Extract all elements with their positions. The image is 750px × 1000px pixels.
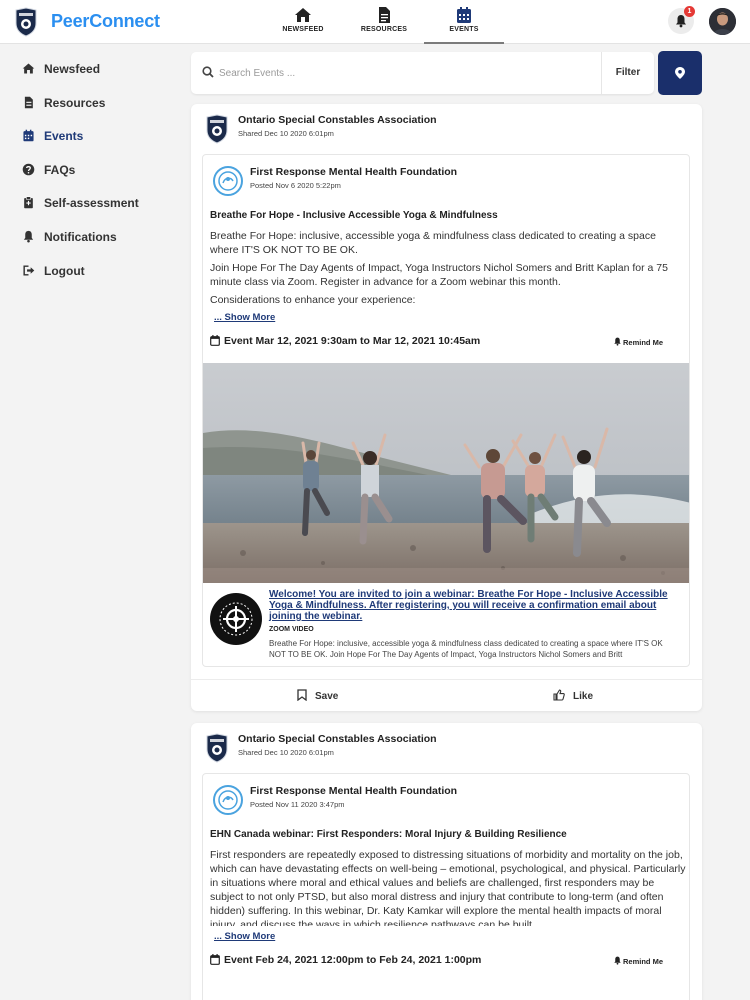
top-bar: PeerConnect NEWSFEED RESOURCES EVENTS 1 (0, 0, 750, 44)
tab-newsfeed[interactable]: NEWSFEED (263, 0, 343, 44)
sidebar-item-events[interactable]: Events (0, 121, 180, 149)
description-paragraph: Breathe For Hope: inclusive, accessible … (210, 230, 656, 256)
remind-me-button[interactable]: Remind Me (613, 337, 663, 347)
user-avatar[interactable] (709, 8, 736, 35)
calendar-icon (210, 335, 220, 346)
description-paragraph: Considerations to enhance your experienc… (210, 294, 416, 306)
calendar-icon (457, 7, 471, 23)
app-brand-name[interactable]: PeerConnect (51, 11, 160, 32)
ontario-logo-icon[interactable] (204, 114, 230, 144)
description-paragraph: First responders are repeatedly exposed … (210, 849, 686, 926)
event-post-card: Ontario Special Constables Association S… (191, 104, 702, 711)
like-button[interactable]: Like (553, 689, 593, 702)
document-icon (379, 7, 390, 23)
tab-events-label: EVENTS (449, 26, 479, 33)
sidebar-item-logout[interactable]: Logout (0, 256, 180, 284)
link-preview[interactable]: Welcome! You are invited to join a webin… (203, 583, 689, 666)
sidebar-item-resources[interactable]: Resources (0, 88, 180, 116)
shared-timestamp: Shared Dec 10 2020 6:01pm (238, 129, 334, 138)
sidebar-item-notifications[interactable]: Notifications (0, 222, 180, 250)
sidebar-item-label: Logout (44, 264, 85, 278)
shared-timestamp: Shared Dec 10 2020 6:01pm (238, 748, 334, 757)
thumbs-up-icon (553, 689, 565, 701)
org-name[interactable]: Ontario Special Constables Association (238, 733, 437, 745)
user-avatar-icon (709, 8, 736, 35)
map-marker-icon (675, 67, 685, 79)
tab-resources-label: RESOURCES (360, 26, 408, 33)
event-date-text: Event Feb 24, 2021 12:00pm to Feb 24, 20… (224, 954, 482, 966)
shared-event: First Response Mental Health Foundation … (202, 773, 690, 1000)
foundation-name[interactable]: First Response Mental Health Foundation (250, 166, 457, 178)
tab-events[interactable]: EVENTS (424, 0, 504, 44)
bell-icon (614, 956, 621, 965)
like-label: Like (573, 691, 594, 702)
ontario-logo-icon[interactable] (204, 733, 230, 763)
sidebar-item-label: Events (44, 129, 84, 143)
sidebar-item-label: Notifications (44, 230, 117, 244)
remind-me-label: Remind Me (623, 338, 664, 347)
calendar-icon (210, 954, 220, 965)
remind-me-button[interactable]: Remind Me (613, 956, 663, 966)
event-description: First responders are repeatedly exposed … (210, 848, 686, 926)
event-photo[interactable] (203, 363, 690, 583)
save-button[interactable]: Save (297, 689, 338, 702)
event-title: Breathe For Hope - Inclusive Accessible … (210, 210, 498, 221)
post-actions: Save Like (191, 679, 702, 711)
shared-event: First Response Mental Health Foundation … (202, 154, 690, 667)
org-name[interactable]: Ontario Special Constables Association (238, 114, 437, 126)
event-post-card: Ontario Special Constables Association S… (191, 723, 702, 1000)
event-date: Event Feb 24, 2021 12:00pm to Feb 24, 20… (210, 954, 481, 966)
foundation-name[interactable]: First Response Mental Health Foundation (250, 785, 457, 797)
show-more-link[interactable]: ... Show More (214, 931, 275, 942)
sidebar-item-faqs[interactable]: FAQs (0, 155, 180, 183)
foundation-logo-icon[interactable] (213, 166, 243, 196)
sidebar-item-label: FAQs (44, 163, 76, 177)
link-source: ZOOM VIDEO (269, 626, 314, 633)
bookmark-icon (297, 689, 307, 702)
sidebar-item-label: Self-assessment (44, 196, 139, 210)
tab-newsfeed-label: NEWSFEED (282, 26, 324, 33)
sidebar-item-label: Resources (44, 96, 106, 110)
event-title: EHN Canada webinar: First Responders: Mo… (210, 829, 567, 840)
sidebar-item-self-assessment[interactable]: Self-assessment (0, 188, 180, 216)
clipboard-icon (24, 196, 33, 209)
sidebar-item-newsfeed[interactable]: Newsfeed (0, 54, 180, 82)
search-icon (202, 66, 214, 78)
filter-button[interactable]: Filter (601, 52, 654, 94)
search-bar: Filter (191, 52, 654, 94)
logout-icon (23, 265, 35, 276)
event-description: Breathe For Hope: inclusive, accessible … (210, 229, 686, 309)
question-icon (22, 163, 35, 176)
sidebar-item-label: Newsfeed (44, 62, 101, 76)
posted-timestamp: Posted Nov 11 2020 3:47pm (250, 800, 345, 809)
notification-count-badge: 1 (684, 6, 695, 17)
document-icon (24, 96, 33, 109)
bell-icon (614, 337, 621, 346)
posted-timestamp: Posted Nov 6 2020 5:22pm (250, 181, 341, 190)
bell-icon (23, 230, 34, 243)
hope-for-the-day-logo-icon (210, 593, 262, 645)
save-label: Save (315, 691, 339, 702)
ontario-logo-icon[interactable] (14, 7, 38, 37)
search-input[interactable] (219, 63, 579, 83)
show-more-link[interactable]: ... Show More (214, 312, 275, 323)
calendar-icon (23, 129, 34, 142)
home-icon (22, 63, 35, 74)
foundation-logo-icon[interactable] (213, 785, 243, 815)
link-title[interactable]: Welcome! You are invited to join a webin… (269, 589, 681, 622)
event-date-text: Event Mar 12, 2021 9:30am to Mar 12, 202… (224, 335, 481, 347)
event-date: Event Mar 12, 2021 9:30am to Mar 12, 202… (210, 335, 480, 347)
location-button[interactable] (658, 51, 702, 95)
remind-me-label: Remind Me (623, 957, 664, 966)
tab-resources[interactable]: RESOURCES (344, 0, 424, 44)
link-description: Breathe For Hope: inclusive, accessible … (269, 639, 663, 659)
description-paragraph: Join Hope For The Day Agents of Impact, … (210, 262, 668, 288)
home-icon (295, 8, 311, 22)
